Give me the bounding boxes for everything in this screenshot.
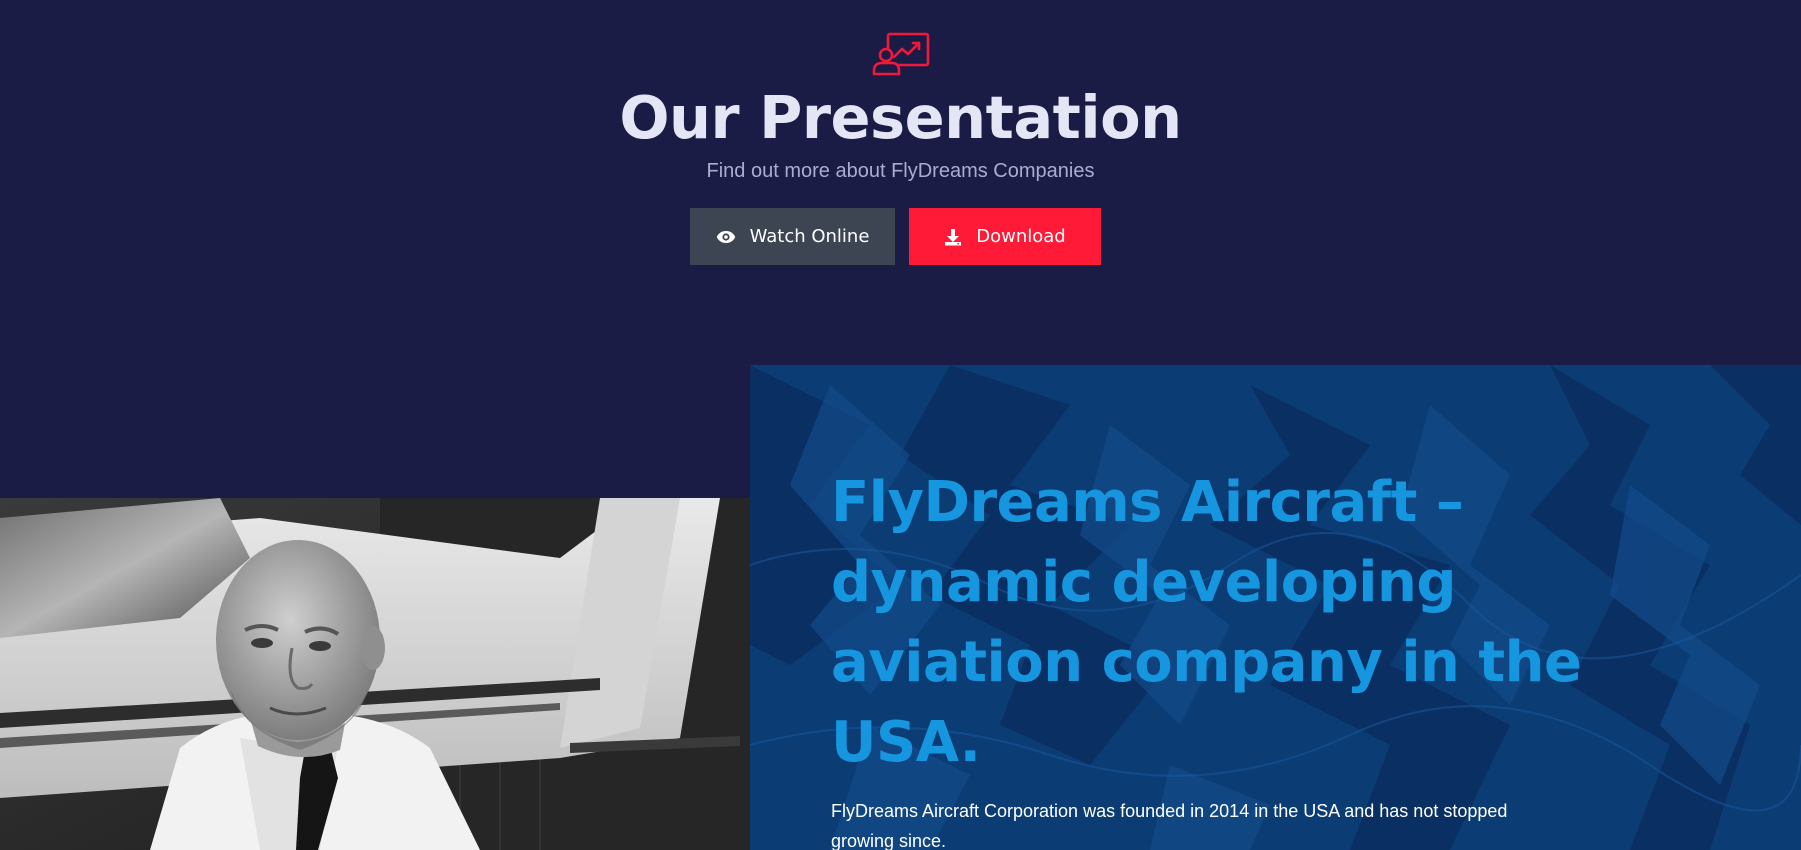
download-icon xyxy=(944,228,962,246)
presentation-chart-icon xyxy=(872,30,932,80)
about-section: FlyDreams Aircraft – dynamic developing … xyxy=(750,365,1801,850)
eye-icon xyxy=(716,230,736,244)
watch-online-button[interactable]: Watch Online xyxy=(690,208,895,265)
page-subtitle: Find out more about FlyDreams Companies xyxy=(706,160,1095,182)
page: Our Presentation Find out more about Fly… xyxy=(0,0,1801,850)
about-heading: FlyDreams Aircraft – dynamic developing … xyxy=(831,470,1582,775)
watch-online-label: Watch Online xyxy=(749,226,870,247)
pilot-photo xyxy=(0,498,750,850)
download-button[interactable]: Download xyxy=(909,208,1101,265)
download-label: Download xyxy=(976,226,1066,247)
page-title: Our Presentation xyxy=(619,83,1182,152)
about-text: FlyDreams Aircraft Corporation was found… xyxy=(831,801,1508,850)
